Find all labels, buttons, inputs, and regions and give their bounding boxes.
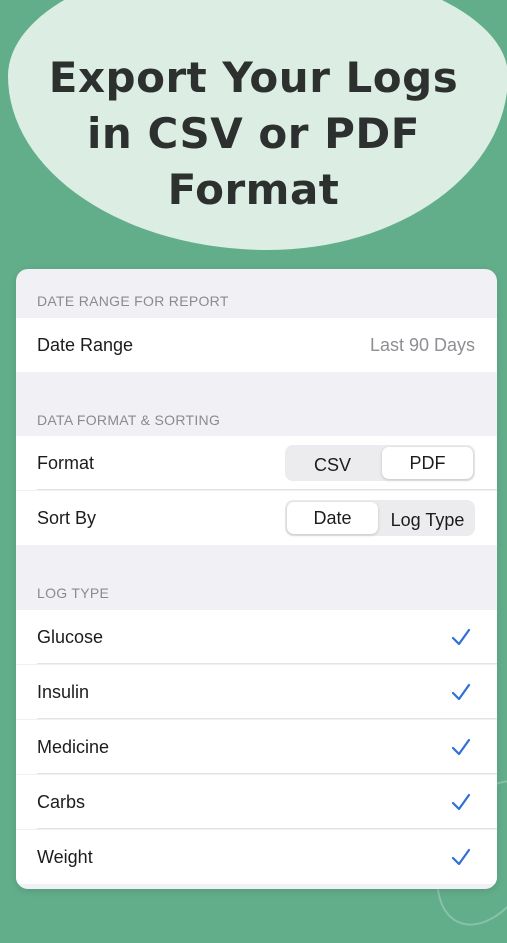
format-segmented-control[interactable]: CSV PDF [285, 445, 475, 481]
log-type-row-medicine[interactable]: Medicine [16, 720, 497, 774]
log-type-label: Weight [37, 847, 93, 867]
row-divider [37, 828, 497, 829]
checkmark-icon [451, 628, 471, 646]
export-settings-card: DATE RANGE FOR REPORT Date Range Last 90… [16, 269, 497, 889]
log-type-row-carbs[interactable]: Carbs [16, 775, 497, 829]
row-divider [37, 663, 497, 664]
log-type-label: Glucose [37, 627, 104, 647]
sort-by-segmented-control[interactable]: Date Log Type [285, 500, 475, 536]
log-type-row-insulin[interactable]: Insulin [16, 665, 497, 719]
checkmark-icon [451, 683, 471, 701]
log-type-row-weight[interactable]: Weight [16, 830, 497, 884]
row-divider [37, 489, 497, 490]
sort-by-row: Sort By Date Log Type [16, 491, 497, 545]
headline-line-2: in CSV or PDF [87, 109, 420, 158]
sort-option-log-type[interactable]: Log Type [382, 502, 473, 534]
format-option-pdf[interactable]: PDF [382, 447, 473, 479]
format-option-csv[interactable]: CSV [287, 447, 378, 479]
sort-option-date[interactable]: Date [287, 502, 378, 534]
checkmark-icon [451, 848, 471, 866]
section-header-log-type: LOG TYPE [37, 585, 110, 601]
date-range-label: Date Range [37, 335, 134, 355]
date-range-value: Last 90 Days [369, 335, 475, 355]
format-row: Format CSV PDF [16, 436, 497, 490]
row-divider [37, 773, 497, 774]
sort-by-label: Sort By [37, 508, 97, 528]
headline-line-1: Export Your Logs [48, 53, 459, 102]
log-type-label: Insulin [37, 682, 90, 702]
row-divider [37, 718, 497, 719]
checkmark-icon [451, 738, 471, 756]
headline-line-3: Format [167, 165, 340, 214]
log-type-label: Carbs [37, 792, 86, 812]
section-header-data-format: DATA FORMAT & SORTING [37, 412, 221, 428]
format-label: Format [37, 453, 95, 473]
checkmark-icon [451, 793, 471, 811]
log-type-row-glucose[interactable]: Glucose [16, 610, 497, 664]
section-header-date-range: DATE RANGE FOR REPORT [37, 293, 229, 309]
date-range-row[interactable]: Date Range Last 90 Days [16, 318, 497, 372]
promo-headline: Export Your Logs in CSV or PDF Format [0, 50, 507, 218]
log-type-label: Medicine [37, 737, 110, 757]
